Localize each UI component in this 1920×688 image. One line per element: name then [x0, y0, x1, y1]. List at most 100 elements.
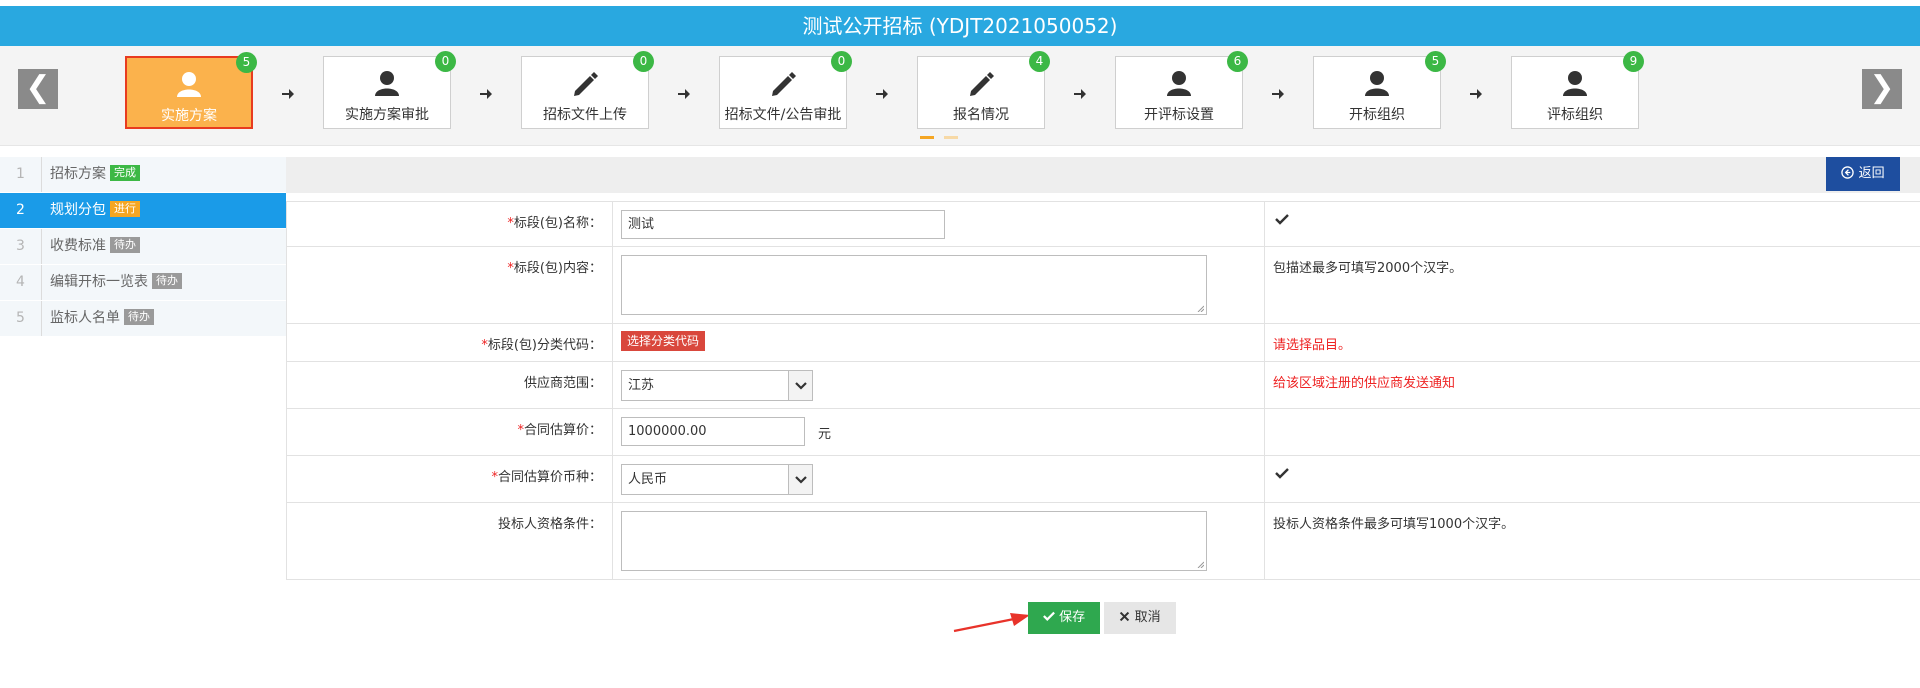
qualification-hint: 投标人资格条件最多可填写1000个汉字。: [1273, 517, 1515, 532]
form-hint-cell: [1265, 202, 1920, 246]
arrow-right-icon: [1074, 89, 1086, 99]
sidebar-item-package-planning[interactable]: 2 规划分包 进行: [0, 193, 286, 229]
save-button[interactable]: 保存: [1028, 602, 1100, 634]
supplier-scope-select[interactable]: 江苏: [621, 370, 813, 401]
name-label: 标段(包)名称：: [513, 216, 602, 231]
user-icon: [1365, 71, 1389, 96]
form-hint-cell: 投标人资格条件最多可填写1000个汉字。: [1265, 503, 1920, 579]
select-value: 人民币: [628, 472, 668, 487]
package-content-textarea[interactable]: [621, 255, 1207, 315]
content-label: 标段(包)内容：: [513, 261, 602, 276]
sidebar-item-tender-plan[interactable]: 1 招标方案 完成: [0, 157, 286, 193]
step-implementation-plan[interactable]: 实施方案 5: [125, 52, 257, 129]
step-badge: 9: [1623, 51, 1644, 72]
sidebar-item-label: 招标方案: [50, 166, 106, 182]
form-row-name: *标段(包)名称： 测试: [286, 202, 1920, 247]
step-label: 报名情况: [953, 107, 1009, 123]
content-hint: 包描述最多可填写2000个汉字。: [1273, 261, 1463, 276]
currency-select[interactable]: 人民币: [621, 464, 813, 495]
sidebar-item-number: 3: [0, 229, 42, 264]
step-badge: 0: [831, 51, 852, 72]
prev-arrow-button[interactable]: ❮: [18, 69, 58, 109]
sidebar-item-label: 监标人名单: [50, 310, 120, 326]
next-arrow-button[interactable]: ❯: [1862, 69, 1902, 109]
form-hint-cell: 包描述最多可填写2000个汉字。: [1265, 247, 1920, 323]
status-badge: 待办: [152, 273, 182, 289]
step-opening-settings[interactable]: 开评标设置 6: [1115, 51, 1248, 129]
back-circle-icon: [1841, 166, 1855, 179]
sidebar-item-text: 监标人名单 待办: [50, 301, 154, 336]
form-label-cell: 投标人资格条件：: [286, 503, 613, 579]
step-plan-approval[interactable]: 实施方案审批 0: [323, 51, 456, 129]
save-button-label: 保存: [1059, 610, 1086, 625]
cancel-button[interactable]: 取消: [1104, 602, 1176, 634]
arrow-right-icon: [480, 89, 492, 99]
form-row-content: *标段(包)内容： 包描述最多可填写2000个汉字。: [286, 247, 1920, 324]
step-badge: 0: [633, 51, 654, 72]
package-form: *标段(包)名称： 测试 *标段(包)内容： 包描述最多可填写2000个汉字。 …: [286, 201, 1920, 580]
sidebar-item-number: 2: [0, 193, 42, 228]
form-row-currency: *合同估算价币种： 人民币: [286, 456, 1920, 503]
form-row-scope: 供应商范围： 江苏 给该区域注册的供应商发送通知: [286, 362, 1920, 409]
step-badge: 5: [236, 52, 257, 73]
step-registration[interactable]: 报名情况 4: [917, 51, 1050, 129]
code-hint: 请选择品目。: [1273, 338, 1352, 353]
form-hint-cell: 给该区域注册的供应商发送通知: [1265, 362, 1920, 408]
status-badge: 待办: [110, 237, 140, 253]
step-label: 开标组织: [1349, 107, 1405, 123]
back-button[interactable]: 返回: [1826, 157, 1900, 191]
sidebar-item-number: 1: [0, 157, 42, 192]
close-icon: [1120, 611, 1130, 622]
sidebar-item-number: 4: [0, 265, 42, 300]
form-input-cell: [613, 247, 1265, 323]
sidebar-item-text: 收费标准 待办: [50, 229, 140, 264]
package-name-input[interactable]: 测试: [621, 210, 945, 239]
form-label: *标段(包)内容：: [507, 257, 602, 276]
sidebar-item-label: 规划分包: [50, 202, 106, 218]
check-icon: [1275, 468, 1289, 479]
form-label: *标段(包)分类代码：: [481, 334, 602, 353]
arrow-right-icon: [1470, 89, 1482, 99]
step-label: 开评标设置: [1144, 107, 1214, 123]
arrow-right-icon: [282, 89, 294, 99]
select-toggle: [788, 371, 812, 400]
step-label: 评标组织: [1547, 107, 1603, 123]
step-badge: 5: [1425, 51, 1446, 72]
pager-dot[interactable]: [944, 136, 958, 139]
step-label: 招标文件上传: [543, 107, 627, 123]
resize-grip-icon[interactable]: [1196, 560, 1204, 568]
form-label: *合同估算价币种：: [491, 466, 602, 485]
pager-dot-active[interactable]: [920, 136, 934, 139]
code-label: 标段(包)分类代码：: [487, 338, 602, 353]
qualification-textarea[interactable]: [621, 511, 1207, 571]
form-input-cell: 江苏: [613, 362, 1265, 408]
step-tender-approval[interactable]: 招标文件/公告审批 0: [719, 51, 852, 129]
step-evaluation-organization[interactable]: 评标组织 9: [1511, 51, 1644, 129]
select-value: 江苏: [628, 378, 655, 393]
scope-hint: 给该区域注册的供应商发送通知: [1273, 376, 1456, 391]
check-icon: [1042, 611, 1055, 622]
form-input-cell: 选择分类代码: [613, 324, 1265, 361]
qualification-label: 投标人资格条件：: [497, 517, 602, 532]
resize-grip-icon[interactable]: [1196, 304, 1204, 312]
user-icon: [375, 71, 399, 96]
select-code-button[interactable]: 选择分类代码: [621, 331, 706, 351]
contract-price-input[interactable]: 1000000.00: [621, 417, 805, 446]
arrow-right-icon: [1272, 89, 1284, 99]
sidebar-item-opening-list[interactable]: 4 编辑开标一览表 待办: [0, 265, 286, 301]
sidebar-item-supervisor-list[interactable]: 5 监标人名单 待办: [0, 301, 286, 337]
step-strip: ❮ 实施方案 5 实施方案审批 0 招标文件上传 0 招标文件/公告审批 0 报…: [0, 46, 1920, 146]
form-row-price: *合同估算价： 1000000.00 元: [286, 409, 1920, 456]
step-tender-upload[interactable]: 招标文件上传 0: [521, 51, 654, 129]
form-label-cell: *标段(包)名称：: [286, 202, 613, 246]
form-hint-cell: [1265, 456, 1920, 502]
pencil-icon: [574, 72, 598, 96]
sidebar-item-fee-standard[interactable]: 3 收费标准 待办: [0, 229, 286, 265]
scope-label: 供应商范围：: [523, 376, 602, 391]
currency-label: 合同估算价币种：: [497, 470, 602, 485]
pencil-icon: [772, 72, 796, 96]
chevron-down-icon: [795, 476, 807, 484]
step-badge: 6: [1227, 51, 1248, 72]
status-badge: 待办: [124, 309, 154, 325]
step-opening-organization[interactable]: 开标组织 5: [1313, 51, 1446, 129]
